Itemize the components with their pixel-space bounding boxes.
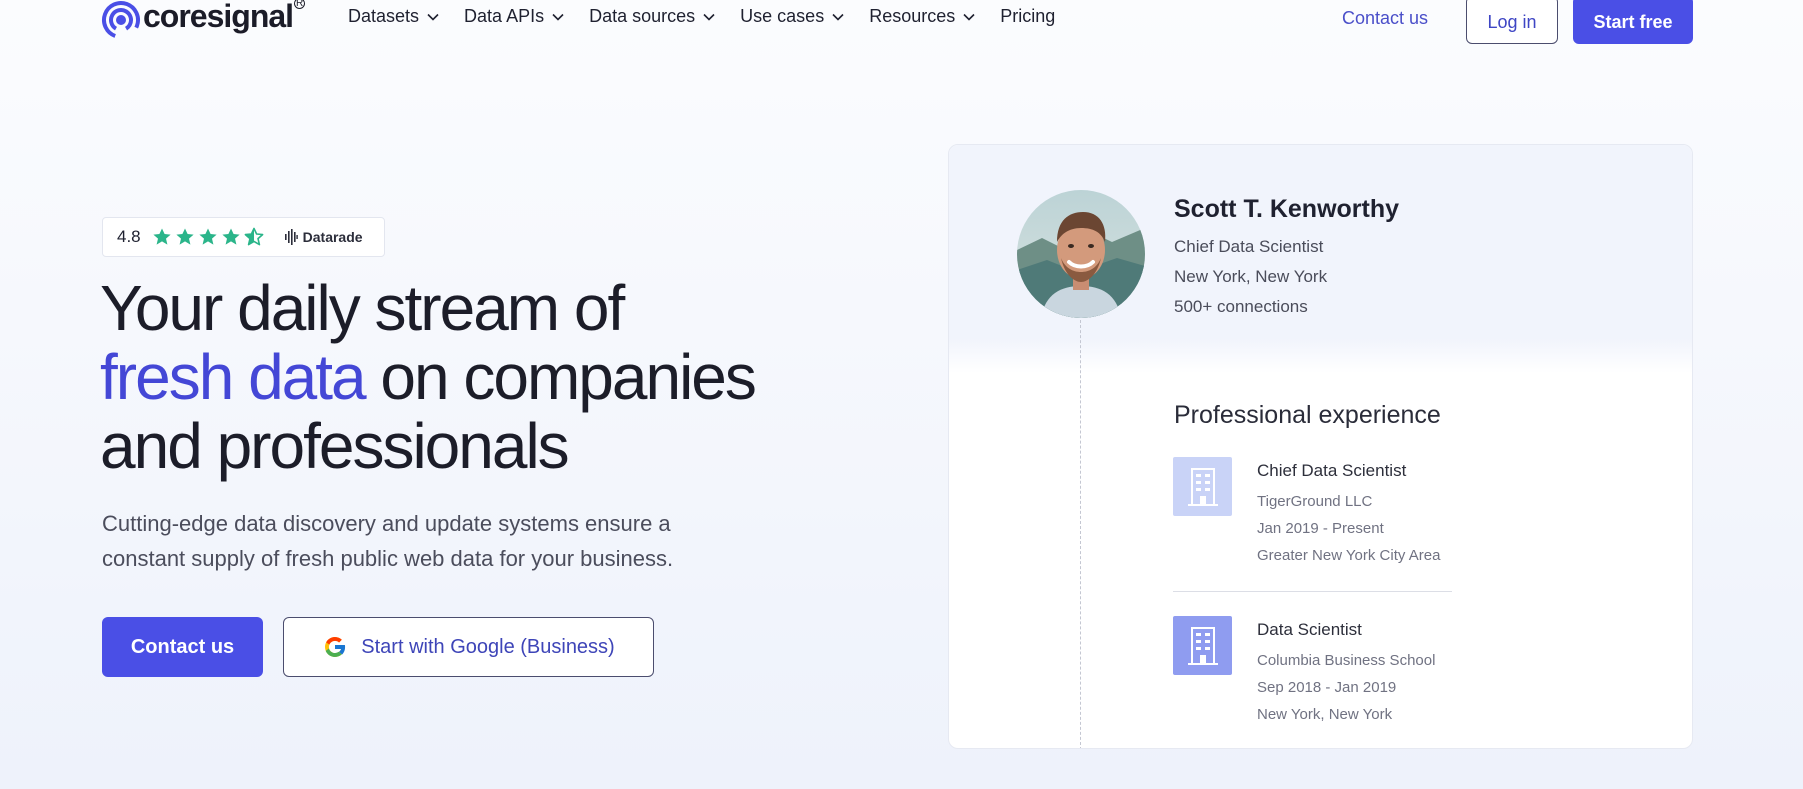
profile-card: Scott T. Kenworthy Chief Data Scientist … — [948, 144, 1693, 749]
avatar-photo — [1017, 190, 1145, 318]
profile-title: Chief Data Scientist — [1174, 237, 1324, 256]
top-navigation: coresignal R Datasets Data APIs Data sou… — [0, 0, 1803, 44]
start-free-button[interactable]: Start free — [1573, 0, 1693, 44]
star-full-icon — [176, 228, 194, 245]
log-in-button[interactable]: Log in — [1466, 0, 1558, 44]
hero-headline: Your daily stream of fresh data on compa… — [100, 274, 800, 481]
building-icon — [1173, 616, 1232, 675]
nav-data-sources-label: Data sources — [589, 6, 696, 26]
google-icon — [325, 637, 346, 657]
hero-subtext: Cutting-edge data discovery and update s… — [102, 511, 674, 571]
main-menu: Datasets Data APIs Data sources Use case… — [348, 6, 1079, 27]
google-button-label: Start with Google (Business) — [361, 635, 615, 658]
rating-stars — [152, 227, 264, 247]
headline-line2: on companies — [364, 341, 756, 413]
profile-location: New York, New York — [1174, 267, 1328, 286]
coresignal-logo[interactable]: coresignal R — [101, 0, 306, 40]
experience-role: Data Scientist — [1257, 620, 1362, 639]
registered-mark: R — [294, 0, 306, 9]
nav-use-cases-label: Use cases — [740, 6, 825, 26]
chevron-down-icon — [703, 13, 715, 21]
building-icon — [1173, 457, 1232, 516]
start-with-google-button[interactable]: Start with Google (Business) — [283, 617, 654, 677]
nav-data-sources[interactable]: Data sources — [589, 6, 716, 27]
nav-pricing[interactable]: Pricing — [1000, 6, 1055, 27]
profile-connections: 500+ connections — [1174, 297, 1308, 316]
chevron-down-icon — [963, 13, 975, 21]
profile-name: Scott T. Kenworthy — [1174, 195, 1400, 223]
nav-resources[interactable]: Resources — [869, 6, 976, 27]
star-full-icon — [153, 228, 171, 245]
hero-contact-us-button[interactable]: Contact us — [102, 617, 263, 677]
coresignal-logo-icon — [102, 1, 140, 38]
chevron-down-icon — [832, 13, 844, 21]
chevron-down-icon — [427, 13, 439, 21]
nav-resources-label: Resources — [869, 6, 956, 26]
experience-divider — [1173, 591, 1452, 592]
headline-line1: Your daily stream of — [100, 272, 625, 344]
datarade-label: Datarade — [302, 229, 363, 245]
datarade-logo: Datarade — [284, 228, 363, 246]
timeline-dashed-line — [1080, 315, 1081, 748]
nav-use-cases[interactable]: Use cases — [740, 6, 845, 27]
experience-heading: Professional experience — [1174, 401, 1441, 429]
experience-dates: Jan 2019 - Present — [1257, 520, 1384, 537]
nav-datasets-label: Datasets — [348, 6, 420, 26]
nav-pricing-label: Pricing — [1000, 6, 1056, 26]
nav-contact-us-link[interactable]: Contact us — [1342, 8, 1428, 29]
experience-dates: Sep 2018 - Jan 2019 — [1257, 679, 1397, 696]
experience-role: Chief Data Scientist — [1257, 461, 1407, 480]
avatar — [1017, 190, 1145, 318]
chevron-down-icon — [552, 13, 564, 21]
experience-company: TigerGround LLC — [1257, 493, 1373, 510]
datarade-icon — [284, 229, 298, 245]
star-half-icon — [244, 227, 264, 246]
star-full-icon — [199, 228, 217, 245]
rating-value: 4.8 — [117, 227, 141, 246]
experience-item: Data Scientist Columbia Business School … — [1173, 616, 1453, 726]
nav-datasets[interactable]: Datasets — [348, 6, 440, 27]
nav-data-apis-label: Data APIs — [464, 6, 545, 26]
headline-accent: fresh data — [100, 341, 367, 413]
logo-wordmark: coresignal — [143, 0, 294, 34]
nav-data-apis[interactable]: Data APIs — [464, 6, 565, 27]
experience-company: Columbia Business School — [1257, 652, 1436, 669]
rating-badge[interactable]: 4.8 Datarade — [102, 217, 385, 257]
experience-location: New York, New York — [1257, 706, 1393, 723]
star-full-icon — [222, 228, 240, 245]
experience-location: Greater New York City Area — [1257, 547, 1441, 564]
experience-item: Chief Data Scientist TigerGround LLC Jan… — [1173, 457, 1453, 567]
headline-line3: and professionals — [100, 410, 570, 482]
